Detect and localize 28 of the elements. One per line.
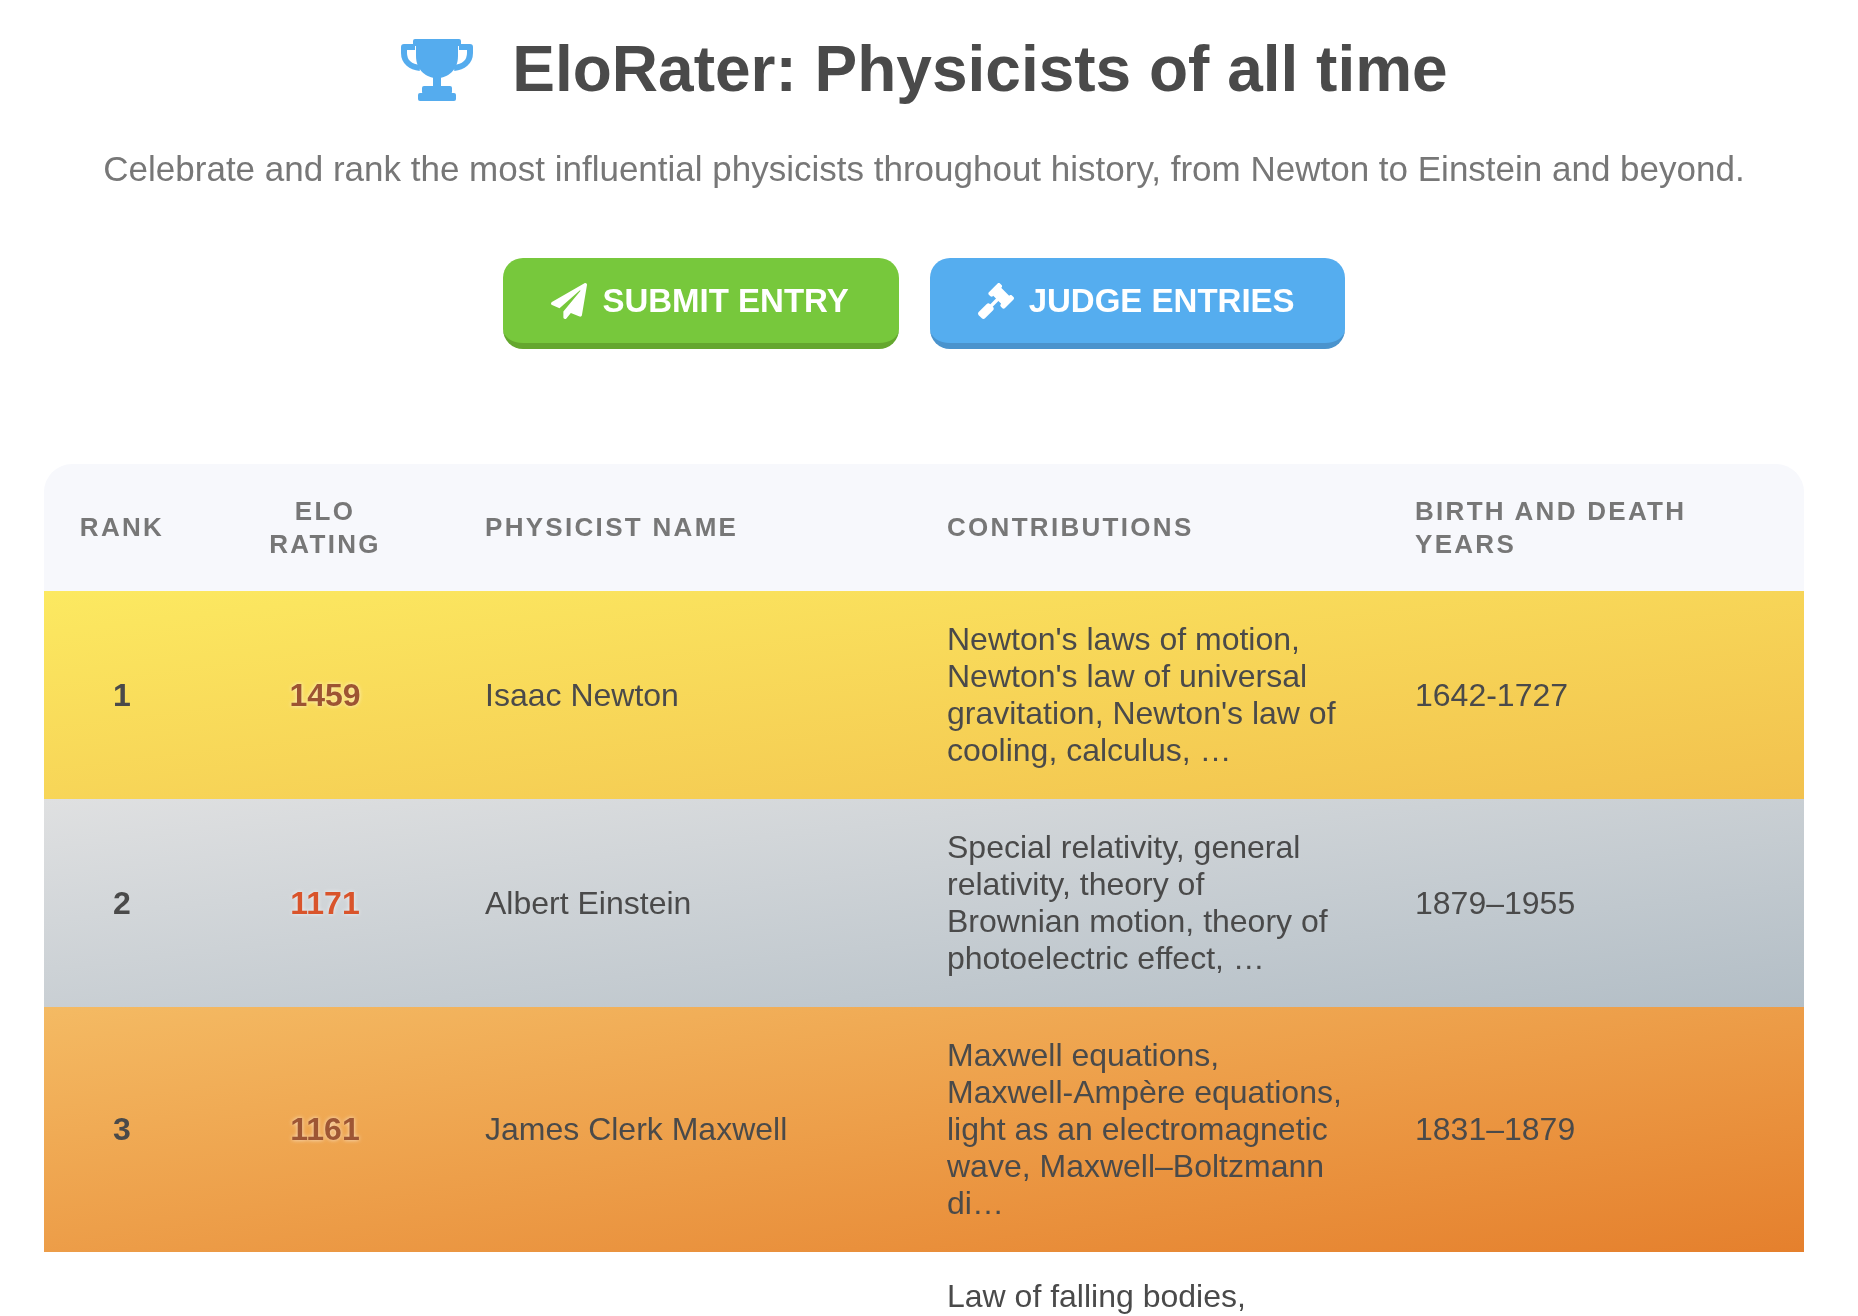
rank-number: 1 bbox=[113, 676, 131, 714]
paper-plane-icon bbox=[551, 282, 588, 319]
rank-number: 2 bbox=[113, 884, 131, 922]
physicist-name: Isaac Newton bbox=[485, 676, 679, 714]
life-years: 1831–1879 bbox=[1415, 1111, 1576, 1148]
judge-entries-button[interactable]: JUDGE ENTRIES bbox=[929, 258, 1345, 349]
life-years: 1642-1727 bbox=[1415, 676, 1569, 714]
column-header: ELO RATING bbox=[268, 494, 382, 561]
contributions-text: Law of falling bodies, bbox=[947, 1278, 1246, 1315]
submit-entry-button[interactable]: SUBMIT ENTRY bbox=[503, 258, 899, 349]
column-header: RANK bbox=[79, 511, 165, 544]
trophy-icon bbox=[400, 38, 475, 101]
column-header: CONTRIBUTIONS bbox=[947, 511, 1194, 544]
rank-number: 3 bbox=[113, 1111, 131, 1148]
gavel-icon bbox=[977, 282, 1014, 319]
column-header: PHYSICIST NAME bbox=[485, 511, 739, 544]
column-header: BIRTH AND DEATH YEARS bbox=[1415, 494, 1688, 561]
contributions-text: Special relativity, general relativity, theory of Brownian motion, theory of photoelectric effect, … bbox=[947, 829, 1329, 977]
physicist-name: Albert Einstein bbox=[485, 884, 692, 922]
elo-rating: 1171 bbox=[290, 884, 360, 922]
contributions-text: Maxwell equations, Maxwell-Ampère equations, light as an electromagnetic wave, Maxwell–Boltzmann di… bbox=[947, 1037, 1343, 1222]
elo-rating: 1459 bbox=[289, 676, 361, 714]
elo-rating: 1161 bbox=[290, 1111, 360, 1148]
page-title: EloRater: Physicists of all time bbox=[512, 32, 1448, 107]
physicist-name: James Clerk Maxwell bbox=[485, 1111, 788, 1148]
page-subtitle: Celebrate and rank the most influential physicists throughout history, from Newton to Einstein and beyond. bbox=[103, 149, 1745, 189]
life-years: 1879–1955 bbox=[1415, 884, 1576, 922]
contributions-text: Newton's laws of motion, Newton's law of universal gravitation, Newton's law of cooling, calculus, … bbox=[947, 621, 1337, 769]
